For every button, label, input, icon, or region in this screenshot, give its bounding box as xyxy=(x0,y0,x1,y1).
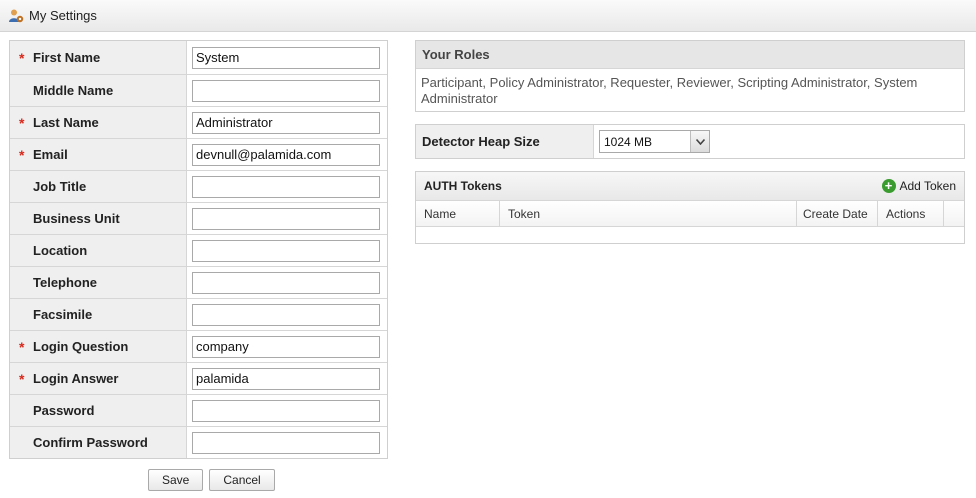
facsimile-input[interactable] xyxy=(192,303,380,326)
column-header-filler xyxy=(944,201,964,226)
form-row-password: Password xyxy=(10,394,387,426)
settings-form: * First Name Middle Name * Last Name * Emai… xyxy=(9,40,388,459)
required-marker: * xyxy=(19,146,25,163)
email-input[interactable] xyxy=(192,143,380,166)
form-row-business-unit: Business Unit xyxy=(10,202,387,234)
heap-size-panel: Detector Heap Size 1024 MB xyxy=(415,124,965,159)
roles-header: Your Roles xyxy=(416,41,964,69)
form-row-facsimile: Facsimile xyxy=(10,298,387,330)
column-header-create-date[interactable]: Create Date xyxy=(797,201,878,226)
required-marker: * xyxy=(19,114,25,131)
password-input[interactable] xyxy=(192,399,380,422)
middle-name-label: Middle Name xyxy=(33,83,114,98)
facsimile-label: Facsimile xyxy=(33,307,93,322)
form-row-middle-name: Middle Name xyxy=(10,74,387,106)
form-row-last-name: * Last Name xyxy=(10,106,387,138)
email-label: Email xyxy=(33,147,68,162)
heap-size-value: 1024 MB xyxy=(604,134,653,149)
window-titlebar: My Settings xyxy=(0,0,976,32)
column-header-token[interactable]: Token xyxy=(500,201,797,226)
save-button[interactable]: Save xyxy=(148,469,204,491)
location-label: Location xyxy=(33,243,88,258)
middle-name-input[interactable] xyxy=(192,79,380,102)
location-input[interactable] xyxy=(192,239,380,262)
login-answer-input[interactable] xyxy=(192,367,380,390)
required-marker: * xyxy=(19,370,25,387)
add-token-button[interactable]: + Add Token xyxy=(881,179,957,193)
auth-tokens-panel: AUTH Tokens + Add Token Name Token Creat… xyxy=(415,171,965,244)
heap-size-select[interactable]: 1024 MB xyxy=(599,130,710,153)
tokens-table-header: Name Token Create Date Actions xyxy=(416,201,964,227)
required-marker: * xyxy=(19,338,25,355)
password-label: Password xyxy=(33,403,95,418)
last-name-label: Last Name xyxy=(33,115,99,130)
first-name-input[interactable] xyxy=(192,46,380,69)
confirm-password-input[interactable] xyxy=(192,431,380,454)
chevron-down-icon[interactable] xyxy=(690,131,709,152)
business-unit-label: Business Unit xyxy=(33,211,120,226)
cancel-button[interactable]: Cancel xyxy=(209,469,275,491)
confirm-password-label: Confirm Password xyxy=(33,435,148,450)
heap-size-label: Detector Heap Size xyxy=(416,125,594,158)
last-name-input[interactable] xyxy=(192,111,380,134)
job-title-label: Job Title xyxy=(33,179,87,194)
form-row-login-answer: * Login Answer xyxy=(10,362,387,394)
login-question-input[interactable] xyxy=(192,335,380,358)
column-header-actions[interactable]: Actions xyxy=(878,201,944,226)
telephone-input[interactable] xyxy=(192,271,380,294)
form-row-first-name: * First Name xyxy=(10,41,387,74)
form-row-email: * Email xyxy=(10,138,387,170)
job-title-input[interactable] xyxy=(192,175,380,198)
form-row-confirm-password: Confirm Password xyxy=(10,426,387,458)
form-row-job-title: Job Title xyxy=(10,170,387,202)
required-marker: * xyxy=(19,49,25,66)
login-question-label: Login Question xyxy=(33,339,129,354)
user-settings-icon xyxy=(8,8,24,24)
telephone-label: Telephone xyxy=(33,275,98,290)
form-row-login-question: * Login Question xyxy=(10,330,387,362)
roles-panel: Your Roles Participant, Policy Administr… xyxy=(415,40,965,112)
add-token-label: Add Token xyxy=(899,179,957,193)
plus-circle-icon: + xyxy=(881,179,896,193)
business-unit-input[interactable] xyxy=(192,207,380,230)
auth-tokens-title: AUTH Tokens xyxy=(424,179,502,193)
form-row-telephone: Telephone xyxy=(10,266,387,298)
column-header-name[interactable]: Name xyxy=(416,201,500,226)
window-title: My Settings xyxy=(29,8,97,23)
form-actions: Save Cancel xyxy=(148,469,275,491)
roles-list: Participant, Policy Administrator, Reque… xyxy=(421,75,918,106)
login-answer-label: Login Answer xyxy=(33,371,119,386)
auth-tokens-header: AUTH Tokens + Add Token xyxy=(416,172,964,201)
form-row-location: Location xyxy=(10,234,387,266)
first-name-label: First Name xyxy=(33,50,101,65)
